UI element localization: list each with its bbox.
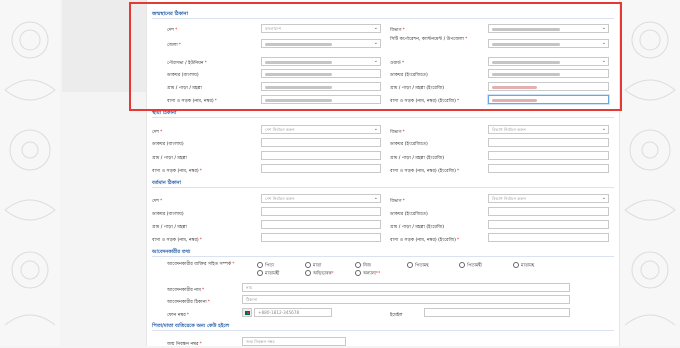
email-label: ইমেইল bbox=[390, 313, 403, 318]
house-en-input[interactable] bbox=[488, 95, 609, 104]
phone-label: ফোন নম্বর* bbox=[167, 313, 190, 318]
pres-village-bn-input[interactable] bbox=[261, 220, 381, 229]
perm-village-en-input[interactable] bbox=[488, 151, 609, 160]
village-bn-input[interactable] bbox=[261, 82, 381, 91]
perm-house-en-label: বাসা ও সড়ক (নাম, নম্বর) (ইংরেজি)* bbox=[390, 169, 460, 174]
perm-division-select[interactable]: বিভাগ নির্বাচন করুন bbox=[488, 125, 609, 134]
pourashava-label: পৌরসভা / ইউনিয়ন* bbox=[167, 61, 207, 66]
birth-reg-input[interactable]: জন্ম নিবন্ধন নম্বর bbox=[242, 337, 346, 346]
perm-country-label: দেশ* bbox=[152, 130, 163, 135]
perm-po-en-label: ডাকঘর (ইংরেজিতে) bbox=[390, 142, 428, 147]
village-en-input[interactable] bbox=[488, 82, 609, 91]
section-divider bbox=[152, 256, 614, 257]
pres-house-bn-label: বাসা ও সড়ক (নাম, নম্বর)* bbox=[152, 238, 202, 243]
po-en-label: ডাকঘর (ইংরেজিতে) bbox=[390, 73, 428, 78]
relation-label: আবেদনকারীর ব্যক্তির সহিত সম্পর্ক* bbox=[167, 262, 235, 267]
district-label: জেলা* bbox=[167, 43, 182, 48]
house-bn-input[interactable] bbox=[261, 95, 381, 104]
relation-radio-other[interactable]: অন্যান্য** bbox=[355, 270, 380, 278]
perm-po-bn-input[interactable] bbox=[261, 138, 381, 147]
bangladesh-flag-icon[interactable] bbox=[242, 308, 252, 317]
pres-po-bn-label: ডাকঘর (বাংলায়) bbox=[152, 212, 184, 217]
side-band bbox=[62, 0, 146, 92]
pres-house-en-input[interactable] bbox=[488, 233, 609, 242]
email-input[interactable] bbox=[424, 308, 570, 317]
phone-input[interactable]: +880-1812-345678 bbox=[254, 308, 332, 317]
birth-reg-label: জন্ম নিবন্ধন নম্বর* bbox=[167, 342, 202, 347]
pres-village-en-input[interactable] bbox=[488, 220, 609, 229]
division-select[interactable] bbox=[488, 24, 609, 33]
ward-label: ওয়ার্ড* bbox=[390, 61, 405, 66]
perm-house-en-input[interactable] bbox=[488, 164, 609, 173]
perm-village-en-label: গ্রাম / পাড়া / মহল্লা (ইংরেজি) bbox=[390, 156, 445, 161]
pres-division-select[interactable]: বিভাগ নির্বাচন করুন bbox=[488, 194, 609, 203]
po-en-input[interactable] bbox=[488, 69, 609, 78]
applicant-name-label: আবেদনকারীর নাম* bbox=[167, 288, 205, 293]
relation-radio-grandfather-paternal[interactable]: পিতামহ bbox=[407, 262, 429, 270]
section-divider bbox=[152, 330, 614, 331]
pres-division-label: বিভাগ* bbox=[390, 199, 405, 204]
perm-village-bn-label: গ্রাম / পাড়া / মহল্লা bbox=[152, 156, 187, 161]
section-divider bbox=[152, 187, 614, 188]
pres-village-bn-label: গ্রাম / পাড়া / মহল্লা bbox=[152, 225, 187, 230]
applicant-name-input[interactable]: নাম bbox=[242, 283, 570, 292]
perm-po-en-input[interactable] bbox=[488, 138, 609, 147]
country-select[interactable]: বাংলাদেশ bbox=[261, 24, 381, 33]
village-en-label: গ্রাম / পাড়া / মহল্লা (ইংরেজি) bbox=[390, 86, 445, 91]
decorative-pattern-right bbox=[620, 0, 680, 346]
relation-radio-self[interactable]: নিজ bbox=[355, 262, 371, 270]
city-corp-label: সিটি কর্পোরেশন, ক্যান্টনমেন্ট / উপজেলা* bbox=[390, 37, 468, 42]
relation-radio-grandfather-maternal[interactable]: মাতামহ bbox=[513, 262, 534, 270]
pres-village-en-label: গ্রাম / পাড়া / মহল্লা (ইংরেজি) bbox=[390, 225, 445, 230]
country-label: দেশ* bbox=[167, 28, 178, 33]
city-corp-select[interactable] bbox=[488, 39, 609, 48]
village-bn-label: গ্রাম / পাড়া / মহল্লা bbox=[167, 86, 202, 91]
division-label: বিভাগ* bbox=[390, 28, 405, 33]
pres-house-bn-input[interactable] bbox=[261, 233, 381, 242]
relation-radio-mother[interactable]: মাতা bbox=[305, 262, 321, 270]
pres-house-en-label: বাসা ও সড়ক (নাম, নম্বর) (ইংরেজি)* bbox=[390, 238, 460, 243]
pres-country-label: দেশ* bbox=[152, 199, 163, 204]
applicant-address-label: আবেদনকারীর ঠিকানা* bbox=[167, 300, 210, 305]
pres-po-en-input[interactable] bbox=[488, 207, 609, 216]
pres-country-select[interactable]: দেশ নির্বাচন করুন bbox=[261, 194, 381, 203]
po-bn-label: ডাকঘর (বাংলায়) bbox=[167, 73, 199, 78]
perm-po-bn-label: ডাকঘর (বাংলায়) bbox=[152, 142, 184, 147]
pourashava-select[interactable] bbox=[261, 57, 381, 66]
relation-radio-grandmother-paternal[interactable]: পিতামহী bbox=[459, 262, 482, 270]
perm-house-bn-input[interactable] bbox=[261, 164, 381, 173]
house-en-label: বাসা ও সড়ক (নাম, নম্বর) (ইংরেজি)* bbox=[390, 99, 460, 104]
section-divider bbox=[152, 18, 614, 19]
relation-radio-father[interactable]: পিতা bbox=[257, 262, 274, 270]
perm-division-label: বিভাগ* bbox=[390, 130, 405, 135]
decorative-pattern-left bbox=[0, 0, 60, 346]
house-bn-label: বাসা ও সড়ক (নাম, নম্বর)* bbox=[167, 99, 217, 104]
pres-po-en-label: ডাকঘর (ইংরেজিতে) bbox=[390, 212, 428, 217]
relation-radio-guardian[interactable]: অভিভাবক* bbox=[305, 270, 334, 278]
perm-country-select[interactable]: দেশ নির্বাচন করুন bbox=[261, 125, 381, 134]
perm-village-bn-input[interactable] bbox=[261, 151, 381, 160]
pres-po-bn-input[interactable] bbox=[261, 207, 381, 216]
district-select[interactable] bbox=[261, 39, 381, 48]
relation-radio-grandmother-maternal[interactable]: মাতামহী bbox=[257, 270, 279, 278]
po-bn-input[interactable] bbox=[261, 69, 381, 78]
section-divider bbox=[152, 117, 614, 118]
perm-house-bn-label: বাসা ও সড়ক (নাম, নম্বর)* bbox=[152, 169, 202, 174]
ward-select[interactable] bbox=[488, 57, 609, 66]
applicant-address-input[interactable]: ঠিকানা bbox=[242, 295, 570, 304]
registration-form: জন্মস্থানের ঠিকানা দেশ* বাংলাদেশ বিভাগ* … bbox=[146, 0, 620, 347]
